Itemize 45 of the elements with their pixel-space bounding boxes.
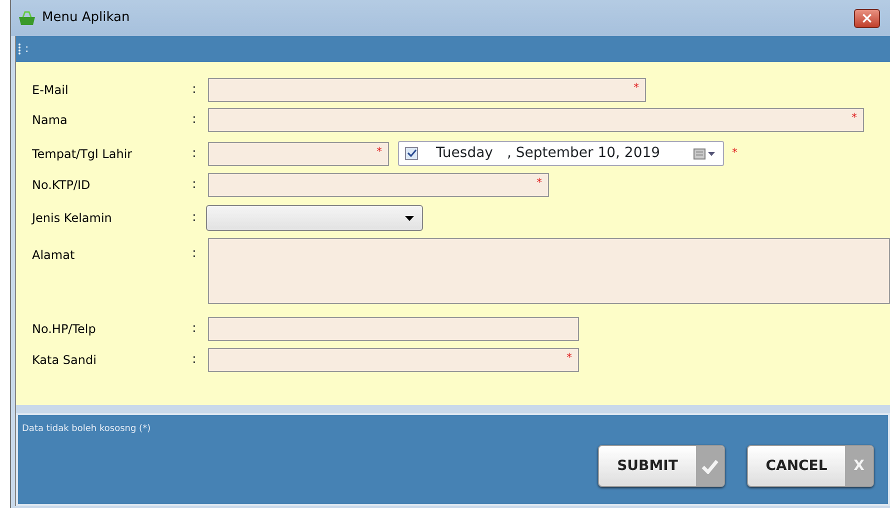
- date-day: Tuesday: [436, 143, 493, 164]
- date-picker[interactable]: Tuesday , September 10, 2019: [398, 141, 724, 166]
- required-mark: *: [634, 80, 639, 96]
- required-mark: *: [376, 144, 382, 160]
- input-field[interactable]: *: [208, 142, 389, 166]
- input-field[interactable]: *: [208, 348, 579, 372]
- colon-label: :: [192, 81, 198, 100]
- calendar-icon[interactable]: [693, 148, 717, 160]
- toolbar-label: :: [25, 40, 29, 57]
- check-icon: [701, 458, 719, 474]
- field-label: Nama: [32, 112, 68, 129]
- date-text: , September 10, 2019: [506, 144, 660, 163]
- field-label: No.HP/Telp: [32, 321, 97, 338]
- field-label: E-Mail: [32, 82, 70, 99]
- input-field[interactable]: *: [208, 173, 549, 197]
- colon-label: :: [192, 320, 198, 338]
- submit-button[interactable]: SUBMIT: [598, 445, 725, 487]
- grip-icon[interactable]: [18, 43, 21, 55]
- required-mark: *: [852, 110, 857, 126]
- close-button[interactable]: ×: [854, 8, 880, 28]
- required-mark: *: [566, 350, 572, 366]
- colon-label: :: [192, 111, 198, 130]
- caret-icon: [405, 216, 414, 220]
- colon-label: :: [192, 209, 198, 228]
- colon-label: :: [192, 176, 198, 194]
- colon-label: :: [192, 245, 198, 263]
- checkbox[interactable]: [405, 147, 418, 160]
- required-mark: *: [732, 145, 738, 162]
- dropdown-field[interactable]: [206, 205, 423, 231]
- cancel-button[interactable]: CANCEL X: [747, 445, 874, 487]
- colon-label: :: [192, 351, 198, 370]
- window-title: Menu Aplikan: [42, 9, 130, 28]
- app-icon: [17, 10, 37, 26]
- field-label: Kata Sandi: [32, 352, 98, 369]
- input-field[interactable]: [208, 317, 579, 341]
- colon-label: :: [192, 144, 198, 163]
- field-label: Jenis Kelamin: [32, 210, 113, 227]
- footer-note: Data tidak boleh kososng (*): [21, 423, 152, 436]
- field-label: Tempat/Tgl Lahir: [32, 146, 134, 162]
- input-field[interactable]: *: [208, 108, 864, 132]
- required-mark: *: [536, 175, 542, 191]
- field-label: Alamat: [32, 247, 76, 264]
- input-field[interactable]: *: [208, 78, 646, 102]
- field-label: No.KTP/ID: [32, 177, 92, 194]
- address-field[interactable]: [208, 238, 890, 304]
